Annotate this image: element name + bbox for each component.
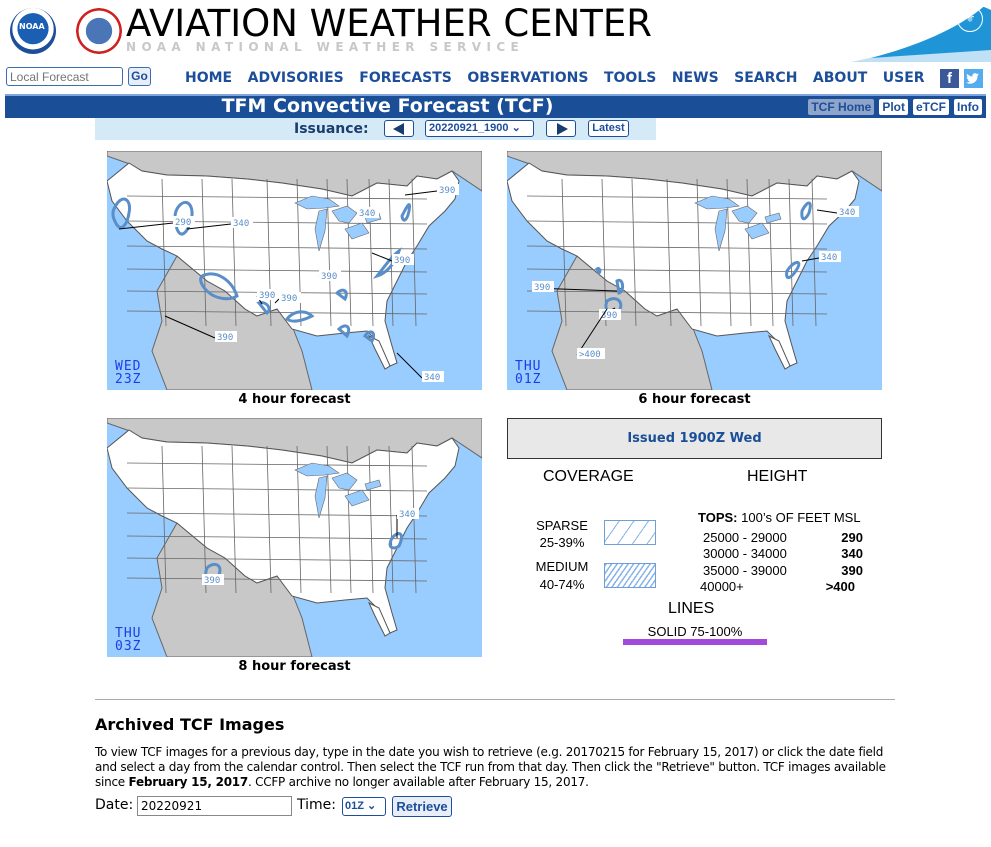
site-title[interactable]: AVIATION WEATHER CENTER [126, 2, 652, 45]
tops-label: 340 [359, 209, 375, 219]
nav-tools[interactable]: TOOLS [604, 70, 656, 86]
nav-about[interactable]: ABOUT [813, 70, 867, 86]
issuance-select[interactable]: 20220921_1900 ⌄ [425, 120, 534, 137]
twitter-icon[interactable] [964, 69, 983, 88]
tops-label: 340 [821, 253, 837, 263]
time-select[interactable]: 01Z ⌄ [342, 797, 386, 816]
tops-label: 390 [439, 186, 455, 196]
medium-range: 40-74% [539, 577, 585, 592]
tops-label: 290 [175, 218, 191, 228]
tcf-home-button[interactable]: TCF Home [807, 98, 876, 116]
nav-user[interactable]: USER [883, 70, 925, 86]
tops-row: 30000 - 34000 340 [703, 546, 863, 561]
tops-label: 390 [534, 283, 550, 293]
coverage-heading: COVERAGE [543, 468, 634, 485]
time-label: Time: [297, 797, 336, 813]
map-valid-time: WED 23Z [115, 359, 142, 387]
tops-label: 390 [217, 333, 233, 343]
nav-observations[interactable]: OBSERVATIONS [467, 70, 588, 86]
legend: COVERAGE HEIGHT SPARSE 25-39% MEDIUM 40-… [507, 459, 882, 659]
tops-heading: TOPS: 100’s OF FEET MSL [698, 510, 861, 525]
nav-menu: HOME ADVISORIES FORECASTS OBSERVATIONS T… [185, 70, 940, 86]
arrow-right-icon [557, 123, 568, 135]
archive-instructions: To view TCF images for a previous day, t… [95, 745, 886, 789]
tops-label: 390 [259, 291, 275, 301]
next-issuance-button[interactable] [546, 120, 576, 137]
arrow-left-icon [393, 123, 404, 135]
latest-button[interactable]: Latest [588, 120, 629, 137]
go-button[interactable]: Go [128, 67, 151, 86]
tops-label: 390 [394, 256, 410, 266]
noaa-logo[interactable]: NOAA [10, 8, 56, 54]
medium-swatch [604, 563, 656, 588]
nav-news[interactable]: NEWS [672, 70, 719, 86]
local-forecast-input[interactable] [6, 67, 123, 86]
map-valid-time: THU 01Z [515, 359, 542, 387]
main-nav: Go HOME ADVISORIES FORECASTS OBSERVATION… [0, 64, 991, 92]
tops-label: 340 [399, 510, 415, 520]
facebook-icon[interactable]: f [940, 69, 959, 88]
retrieve-button[interactable]: Retrieve [392, 796, 452, 817]
tops-label: 390 [321, 272, 337, 282]
map-caption-6hr: 6 hour forecast [638, 392, 751, 407]
nav-forecasts[interactable]: FORECASTS [359, 70, 452, 86]
medium-label: MEDIUM [535, 559, 589, 574]
solid-label: SOLID 75-100% [647, 624, 743, 639]
etcf-button[interactable]: eTCF [912, 98, 950, 116]
tops-row: 40000+ >400 [700, 579, 855, 594]
issuance-label: Issuance: [294, 121, 369, 137]
tops-label: 340 [424, 373, 440, 383]
title-bar-buttons: TCF Home Plot eTCF Info [807, 98, 983, 116]
commerce-seal-icon[interactable]: ⚜ [957, 6, 983, 32]
sparse-label: SPARSE [536, 518, 588, 533]
nav-home[interactable]: HOME [185, 70, 232, 86]
solid-line-swatch [623, 639, 767, 645]
page-title: TFM Convective Forecast (TCF) [221, 95, 554, 117]
info-button[interactable]: Info [953, 98, 983, 116]
label-arrow [396, 352, 423, 379]
tops-label: 340 [233, 219, 249, 229]
archive-heading: Archived TCF Images [95, 715, 285, 734]
nws-logo[interactable] [76, 8, 122, 54]
plot-button[interactable]: Plot [878, 98, 909, 116]
convective-area [595, 267, 602, 276]
sparse-range: 25-39% [539, 535, 585, 550]
height-heading: HEIGHT [747, 468, 808, 485]
tops-label: 340 [839, 208, 855, 218]
tops-label: 390 [601, 311, 617, 321]
tops-row: 35000 - 39000 390 [703, 563, 863, 578]
map-valid-time: THU 03Z [115, 626, 142, 654]
forecast-map-6hr[interactable]: 340 340 390 390 >400 THU 01Z [507, 151, 882, 390]
date-label: Date: [95, 797, 134, 813]
previous-issuance-button[interactable] [384, 120, 414, 137]
site-subtitle: NOAA NATIONAL WEATHER SERVICE [126, 40, 525, 54]
section-divider [95, 699, 895, 700]
sparse-swatch [604, 520, 656, 545]
tops-label: >400 [579, 350, 601, 360]
map-caption-8hr: 8 hour forecast [238, 659, 351, 674]
twitter-bird-icon [966, 73, 979, 84]
date-input[interactable] [137, 796, 292, 816]
tops-label: 390 [204, 576, 220, 586]
site-header: NOAA AVIATION WEATHER CENTER NOAA NATION… [0, 0, 991, 62]
nav-advisories[interactable]: ADVISORIES [248, 70, 344, 86]
nav-search[interactable]: SEARCH [734, 70, 797, 86]
forecast-map-8hr[interactable]: 340 390 THU 03Z [107, 418, 482, 657]
lines-heading: LINES [668, 600, 715, 617]
tops-label: 390 [281, 294, 297, 304]
tops-row: 25000 - 29000 290 [703, 530, 863, 545]
issued-time-box: Issued 1900Z Wed [507, 418, 882, 459]
map-caption-4hr: 4 hour forecast [238, 392, 351, 407]
page-title-bar: TFM Convective Forecast (TCF) TCF Home P… [5, 94, 986, 118]
forecast-map-4hr[interactable]: 290 340 340 390 390 390 390 390 340 390 WED 23Z [107, 151, 482, 390]
